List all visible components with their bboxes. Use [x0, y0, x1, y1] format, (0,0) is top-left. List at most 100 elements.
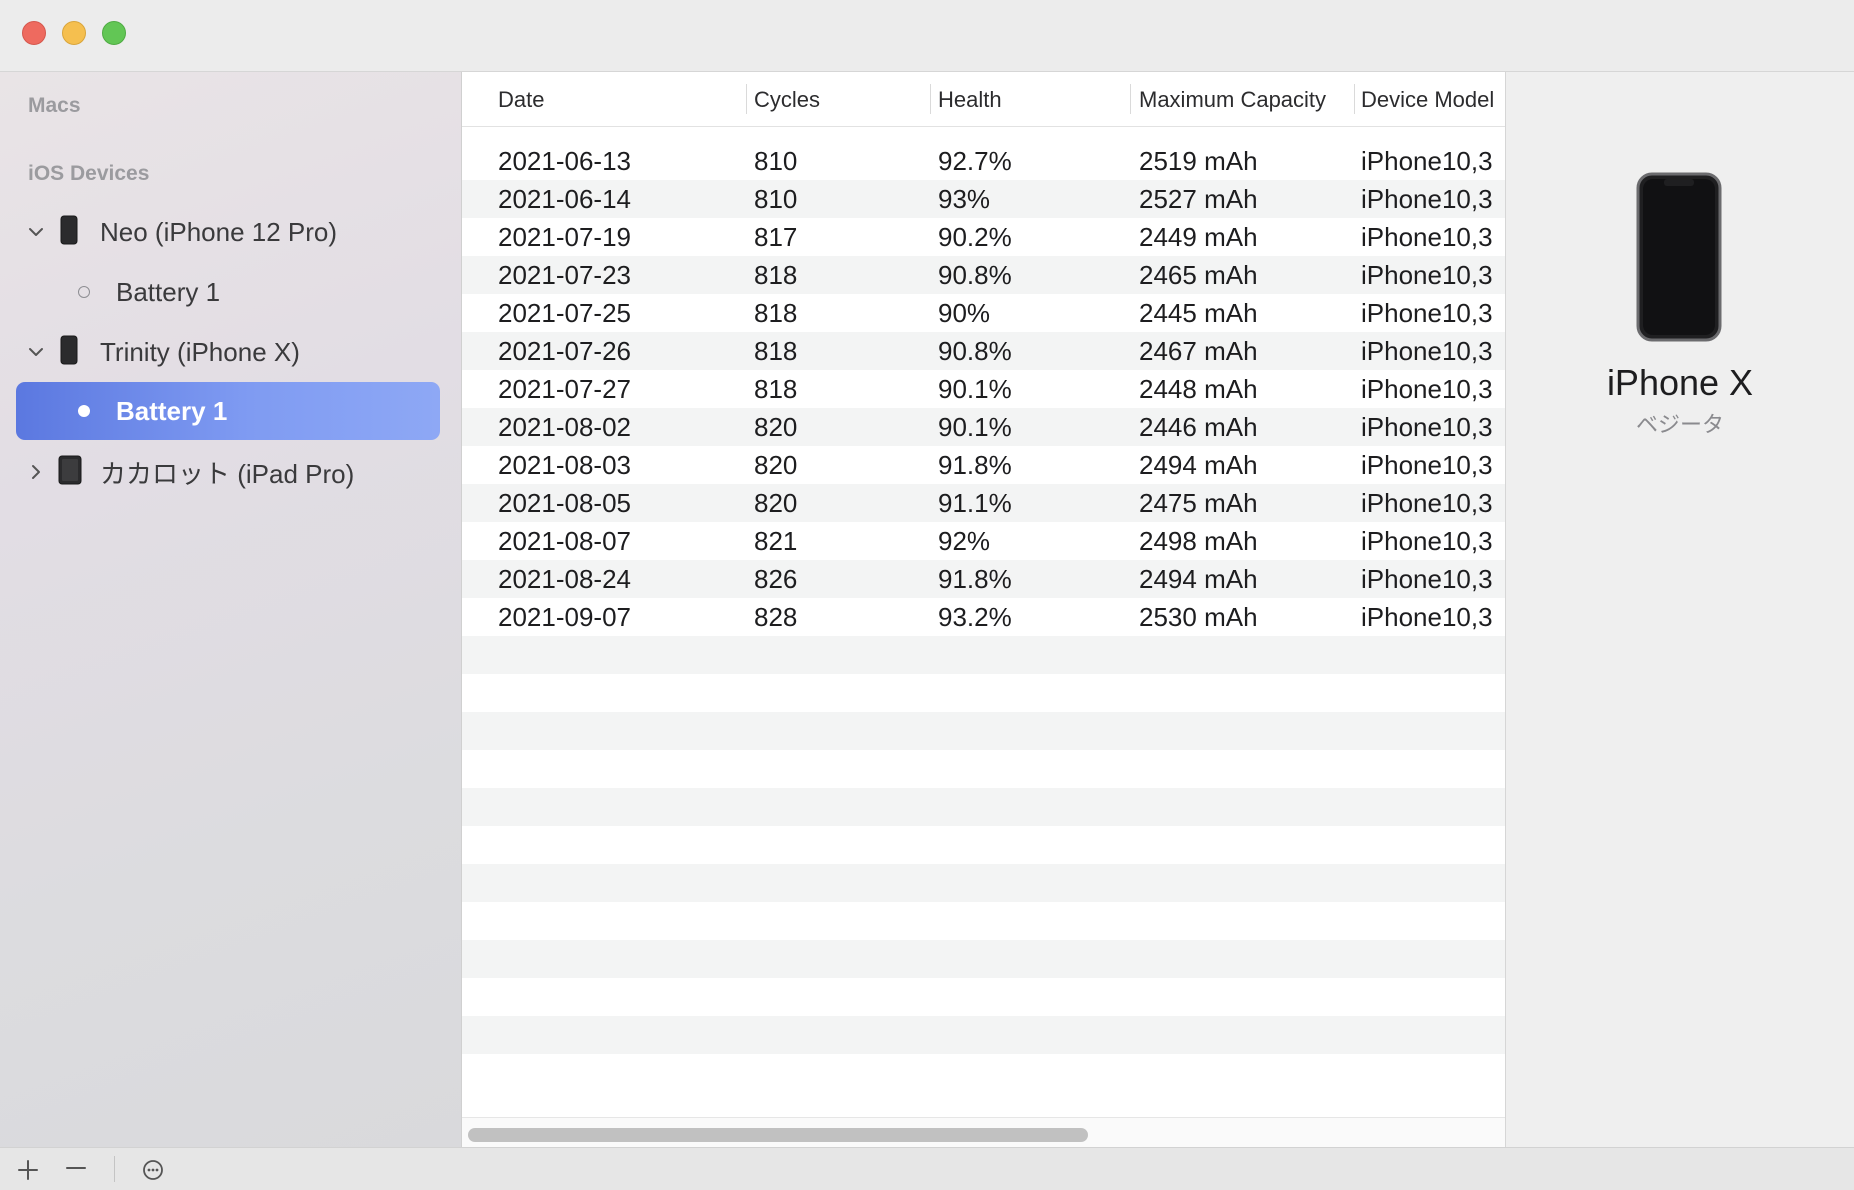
cell-health: 90.8%	[938, 260, 1012, 290]
cell-maximum-capacity: 2449 mAh	[1139, 222, 1258, 252]
zoom-button[interactable]	[102, 21, 126, 45]
minimize-button[interactable]	[62, 21, 86, 45]
cell-cycles: 818	[754, 374, 798, 404]
empty-row	[462, 940, 1505, 978]
device-subtitle: ベジータ	[1635, 412, 1724, 437]
column-divider[interactable]	[1354, 84, 1355, 114]
sidebar-item-ipad[interactable]: カカロット (iPad Pro)	[16, 443, 440, 501]
title-bar	[0, 0, 1854, 72]
cell-maximum-capacity: 2475 mAh	[1139, 488, 1258, 518]
cell-device-model: iPhone10,3	[1361, 336, 1493, 366]
cell-health: 90.8%	[938, 336, 1012, 366]
table-row[interactable]: 2021-08-02 820 90.1% 2446 mAh iPhone10,3	[462, 408, 1505, 446]
toolbar-divider	[114, 1156, 115, 1182]
cell-date: 2021-08-07	[498, 526, 631, 556]
cell-maximum-capacity: 2465 mAh	[1139, 260, 1258, 290]
chevron-down-icon[interactable]	[26, 222, 46, 242]
device-label: Trinity (iPhone X)	[100, 336, 300, 367]
add-icon[interactable]	[14, 1156, 42, 1184]
table-row[interactable]: 2021-08-07 821 92% 2498 mAh iPhone10,3	[462, 522, 1505, 560]
empty-row	[462, 902, 1505, 940]
column-header-health[interactable]: Health	[938, 87, 1002, 113]
device-label: Neo (iPhone 12 Pro)	[100, 216, 338, 247]
cell-cycles: 821	[754, 526, 798, 556]
empty-row	[462, 1054, 1505, 1092]
empty-row	[462, 1016, 1505, 1054]
empty-row	[462, 712, 1505, 750]
more-icon[interactable]	[139, 1156, 167, 1184]
table-row[interactable]: 2021-09-07 828 93.2% 2530 mAh iPhone10,3	[462, 598, 1505, 636]
cell-cycles: 818	[754, 336, 798, 366]
table-row[interactable]: 2021-06-14 810 93% 2527 mAh iPhone10,3	[462, 180, 1505, 218]
cell-date: 2021-06-13	[498, 146, 631, 176]
device-label: カカロット (iPad Pro)	[100, 458, 355, 489]
cell-cycles: 820	[754, 450, 798, 480]
sidebar-item-neo-battery[interactable]: Battery 1	[16, 263, 440, 321]
cell-maximum-capacity: 2527 mAh	[1139, 184, 1258, 214]
column-header-device-model[interactable]: Device Model	[1361, 87, 1494, 113]
cell-health: 90.1%	[938, 374, 1012, 404]
column-header-date[interactable]: Date	[498, 87, 544, 113]
cell-device-model: iPhone10,3	[1361, 526, 1493, 556]
cell-health: 90%	[938, 298, 991, 328]
cell-cycles: 826	[754, 564, 798, 594]
sidebar: Macs iOS Devices Neo (iPhone 12 Pro) Bat…	[0, 72, 462, 1147]
remove-icon[interactable]	[62, 1156, 90, 1184]
column-divider[interactable]	[746, 84, 747, 114]
empty-row	[462, 978, 1505, 1016]
sidebar-item-trinity-battery[interactable]: Battery 1	[16, 382, 440, 440]
iphone-icon	[60, 335, 78, 370]
column-header-cycles[interactable]: Cycles	[754, 87, 820, 113]
cell-health: 93%	[938, 184, 991, 214]
empty-row	[462, 636, 1505, 674]
horizontal-scrollbar[interactable]	[462, 1117, 1505, 1147]
table-row[interactable]: 2021-07-23 818 90.8% 2465 mAh iPhone10,3	[462, 256, 1505, 294]
cell-device-model: iPhone10,3	[1361, 602, 1493, 632]
battery-label: Battery 1	[116, 276, 221, 307]
table-row[interactable]: 2021-08-03 820 91.8% 2494 mAh iPhone10,3	[462, 446, 1505, 484]
cell-device-model: iPhone10,3	[1361, 488, 1493, 518]
chevron-right-icon[interactable]	[26, 462, 46, 482]
cell-cycles: 820	[754, 488, 798, 518]
chevron-down-icon[interactable]	[26, 342, 46, 362]
cell-health: 92%	[938, 526, 991, 556]
cell-date: 2021-07-27	[498, 374, 631, 404]
cell-date: 2021-07-23	[498, 260, 631, 290]
table-row[interactable]: 2021-07-25 818 90% 2445 mAh iPhone10,3	[462, 294, 1505, 332]
sidebar-item-trinity[interactable]: Trinity (iPhone X)	[16, 323, 440, 381]
table-row[interactable]: 2021-07-26 818 90.8% 2467 mAh iPhone10,3	[462, 332, 1505, 370]
battery-indicator-icon	[78, 286, 90, 298]
cell-maximum-capacity: 2530 mAh	[1139, 602, 1258, 632]
empty-row	[462, 788, 1505, 826]
cell-maximum-capacity: 2494 mAh	[1139, 450, 1258, 480]
cell-device-model: iPhone10,3	[1361, 450, 1493, 480]
cell-device-model: iPhone10,3	[1361, 184, 1493, 214]
scrollbar-thumb[interactable]	[468, 1128, 1088, 1142]
table-row[interactable]: 2021-07-27 818 90.1% 2448 mAh iPhone10,3	[462, 370, 1505, 408]
cell-maximum-capacity: 2519 mAh	[1139, 146, 1258, 176]
battery-history-table: Date Cycles Health Maximum Capacity Devi…	[462, 72, 1506, 1147]
table-row[interactable]: 2021-06-13 810 92.7% 2519 mAh iPhone10,3	[462, 142, 1505, 180]
sidebar-item-neo[interactable]: Neo (iPhone 12 Pro)	[16, 203, 440, 261]
cell-cycles: 820	[754, 412, 798, 442]
iphone-x-image	[1636, 172, 1722, 347]
table-row[interactable]: 2021-08-24 826 91.8% 2494 mAh iPhone10,3	[462, 560, 1505, 598]
cell-health: 90.2%	[938, 222, 1012, 252]
cell-date: 2021-07-25	[498, 298, 631, 328]
section-title-macs: Macs	[28, 94, 81, 117]
section-title-ios-devices: iOS Devices	[28, 162, 150, 185]
close-button[interactable]	[22, 21, 46, 45]
table-row[interactable]: 2021-08-05 820 91.1% 2475 mAh iPhone10,3	[462, 484, 1505, 522]
ipad-icon	[58, 455, 82, 490]
cell-cycles: 818	[754, 260, 798, 290]
table-body: 2021-06-13 810 92.7% 2519 mAh iPhone10,3 2021…	[462, 142, 1505, 1092]
column-divider[interactable]	[930, 84, 931, 114]
table-row[interactable]: 2021-07-19 817 90.2% 2449 mAh iPhone10,3	[462, 218, 1505, 256]
cell-cycles: 818	[754, 298, 798, 328]
column-divider[interactable]	[1130, 84, 1131, 114]
cell-maximum-capacity: 2494 mAh	[1139, 564, 1258, 594]
cell-cycles: 810	[754, 184, 798, 214]
cell-cycles: 828	[754, 602, 798, 632]
cell-health: 91.1%	[938, 488, 1012, 518]
column-header-maximum-capacity[interactable]: Maximum Capacity	[1139, 87, 1326, 113]
